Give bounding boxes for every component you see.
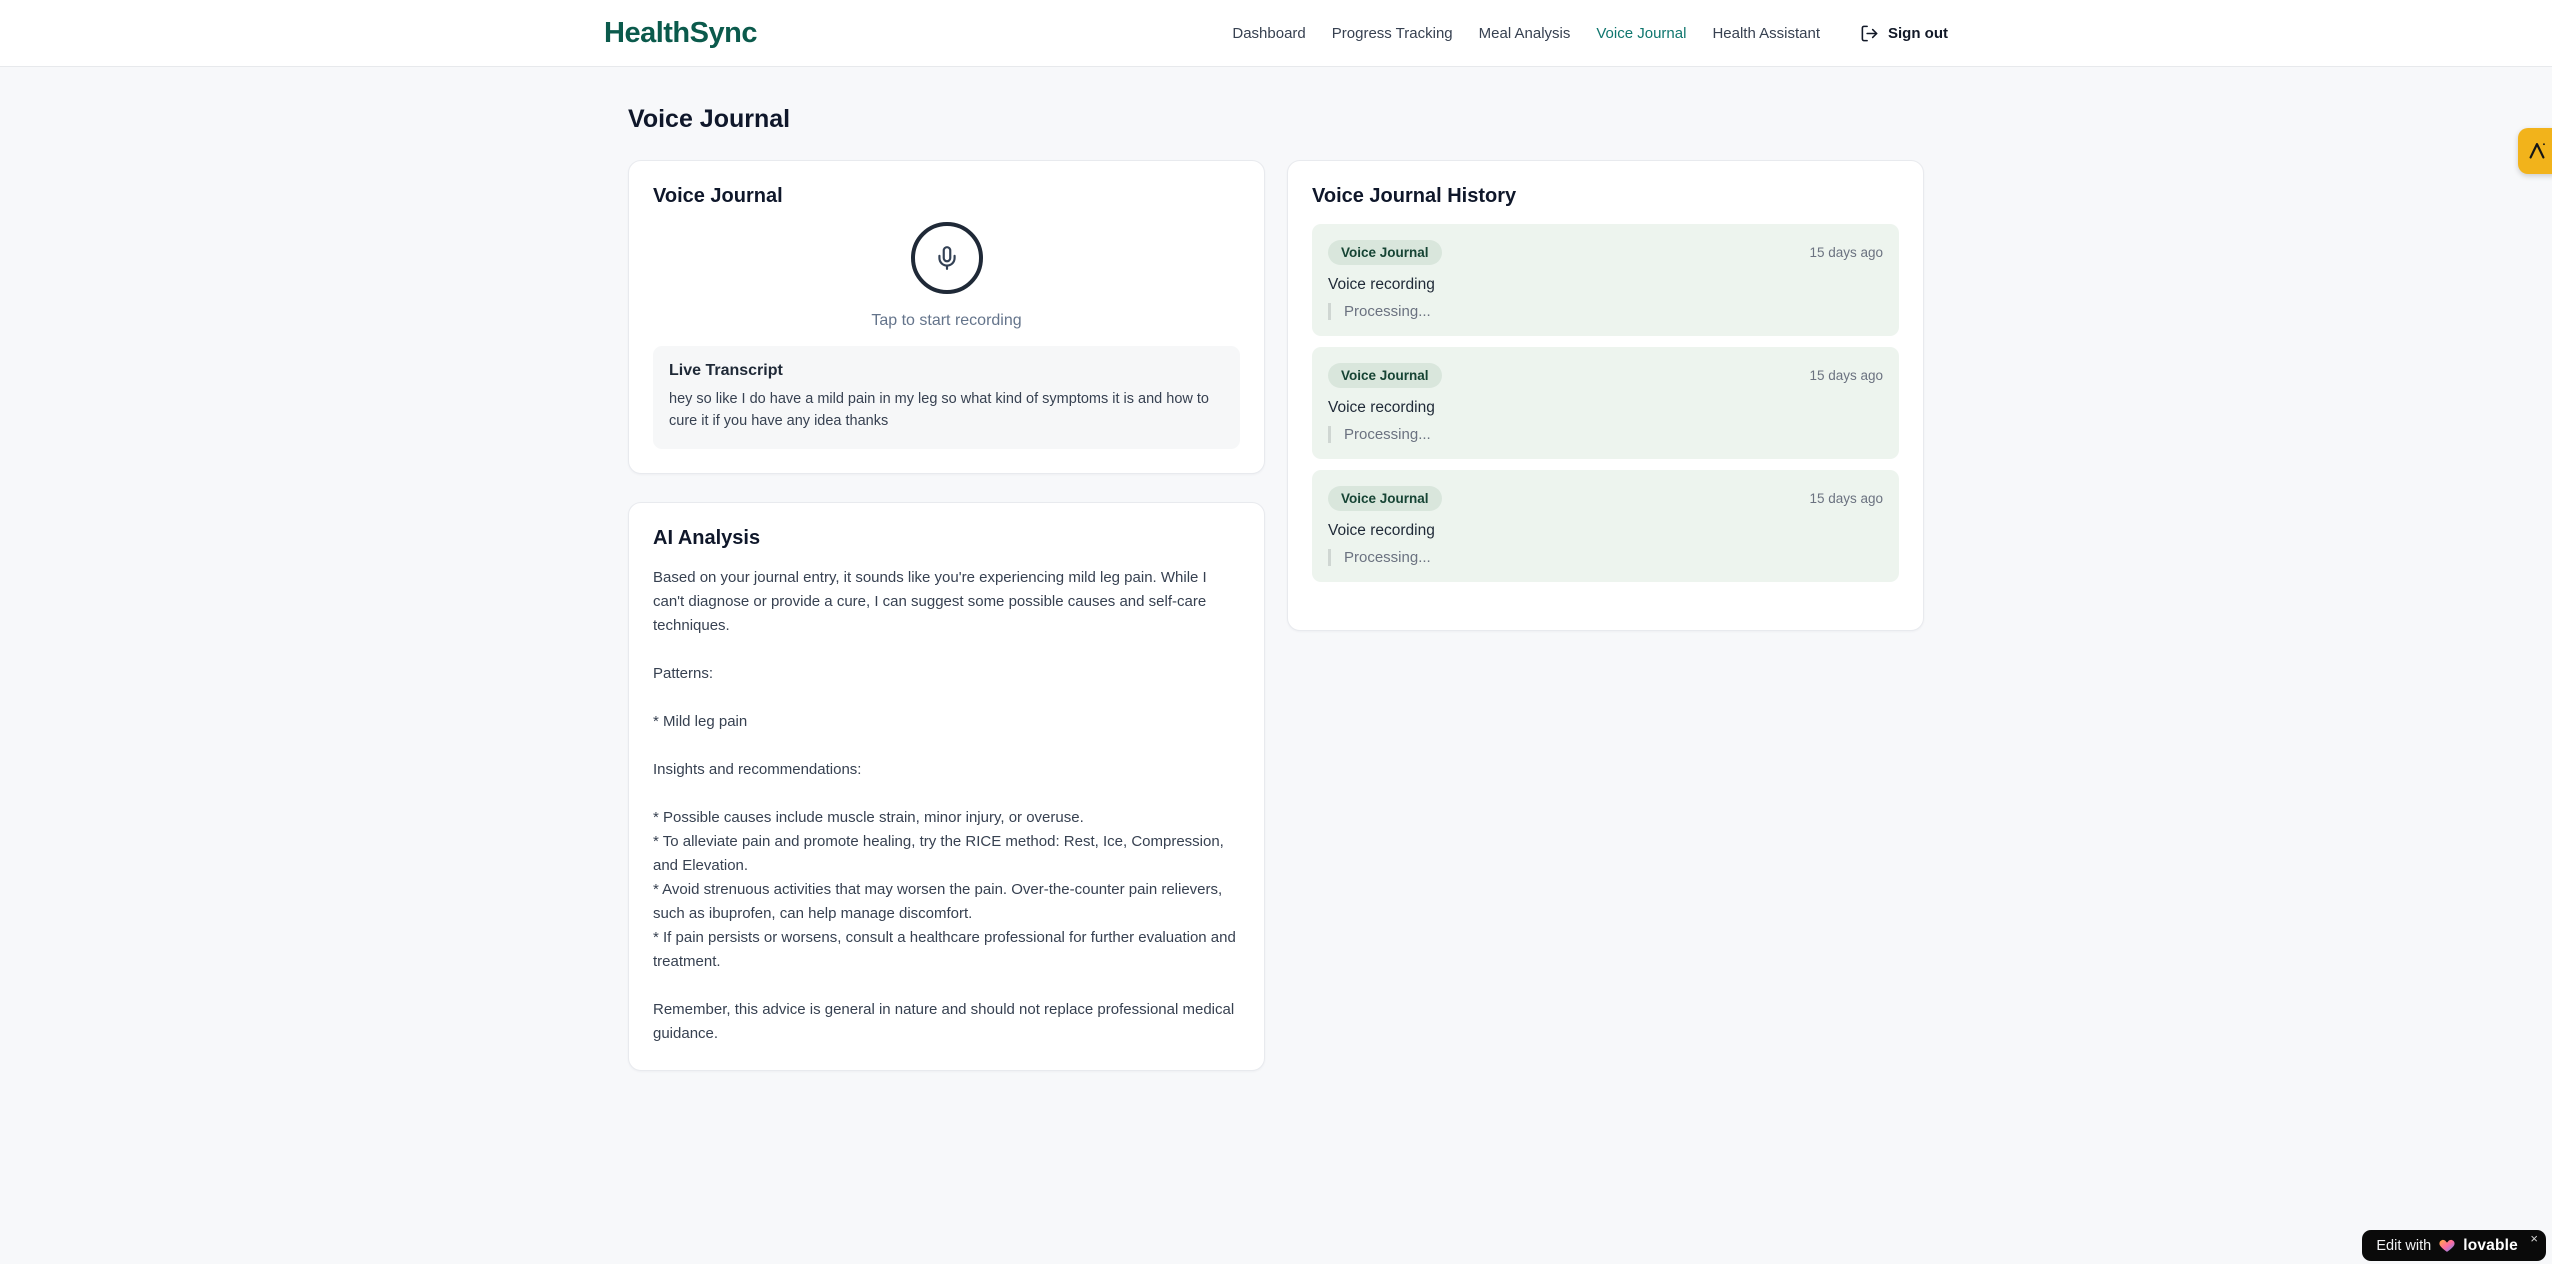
sign-out-button[interactable]: Sign out: [1860, 24, 1948, 43]
ai-analysis-title: AI Analysis: [653, 526, 761, 549]
history-card: Voice Journal History Voice Journal 15 d…: [1287, 160, 1924, 631]
nav-voice-journal[interactable]: Voice Journal: [1596, 25, 1686, 42]
brand-logo[interactable]: HealthSync: [604, 17, 757, 50]
nav-progress-tracking[interactable]: Progress Tracking: [1332, 25, 1453, 42]
entry-title: Voice recording: [1328, 399, 1435, 416]
record-button[interactable]: [910, 222, 983, 294]
app-header: HealthSync Dashboard Progress Tracking M…: [0, 0, 2552, 67]
nav-dashboard[interactable]: Dashboard: [1232, 25, 1305, 42]
log-out-icon: [1861, 25, 1878, 41]
microphone-icon: [937, 246, 956, 270]
lovable-brand-label: lovable: [2463, 1236, 2518, 1254]
entry-type-badge: Voice Journal: [1328, 240, 1442, 265]
lovable-edit-badge[interactable]: Edit with lovable ×: [2362, 1230, 2546, 1261]
history-entry[interactable]: Voice Journal 15 days ago Voice recordin…: [1312, 347, 1899, 459]
entry-type-badge: Voice Journal: [1328, 363, 1442, 388]
side-panel-button[interactable]: [2518, 128, 2552, 174]
history-entry[interactable]: Voice Journal 15 days ago Voice recordin…: [1312, 224, 1899, 336]
live-transcript-box: Live Transcript hey so like I do have a …: [653, 346, 1240, 449]
entry-status: Processing...: [1328, 303, 1883, 320]
history-entries: Voice Journal 15 days ago Voice recordin…: [1312, 224, 1899, 582]
entry-title: Voice recording: [1328, 276, 1435, 293]
close-icon[interactable]: ×: [2530, 1232, 2538, 1245]
entry-type-badge: Voice Journal: [1328, 486, 1442, 511]
history-entry[interactable]: Voice Journal 15 days ago Voice recordin…: [1312, 470, 1899, 582]
history-card-title: Voice Journal History: [1312, 185, 1517, 207]
page-title: Voice Journal: [628, 105, 791, 133]
ai-analysis-text: Based on your journal entry, it sounds l…: [653, 568, 1236, 1042]
recorder-card: Voice Journal Tap to start recording Liv…: [628, 160, 1265, 474]
live-transcript-text: hey so like I do have a mild pain in my …: [669, 391, 1209, 430]
live-transcript-title: Live Transcript: [669, 362, 783, 379]
sign-out-label: Sign out: [1888, 24, 1948, 42]
entry-title: Voice recording: [1328, 522, 1435, 539]
entry-timestamp: 15 days ago: [1809, 245, 1883, 260]
lambda-logo-icon: [2529, 143, 2545, 159]
edit-with-label: Edit with: [2376, 1237, 2432, 1254]
main-content: Voice Journal Voice Journal Tap to start…: [628, 67, 1924, 1071]
nav-meal-analysis[interactable]: Meal Analysis: [1479, 25, 1571, 42]
heart-icon: [2439, 1239, 2455, 1252]
entry-status: Processing...: [1328, 549, 1883, 566]
nav-health-assistant[interactable]: Health Assistant: [1712, 25, 1820, 42]
recorder-card-title: Voice Journal: [653, 185, 783, 207]
tap-to-record-hint: Tap to start recording: [871, 312, 1022, 329]
main-nav: Dashboard Progress Tracking Meal Analysi…: [1232, 24, 1948, 43]
entry-status: Processing...: [1328, 426, 1883, 443]
entry-timestamp: 15 days ago: [1809, 368, 1883, 383]
ai-analysis-card: AI Analysis Based on your journal entry,…: [628, 501, 1265, 1071]
entry-timestamp: 15 days ago: [1809, 491, 1883, 506]
